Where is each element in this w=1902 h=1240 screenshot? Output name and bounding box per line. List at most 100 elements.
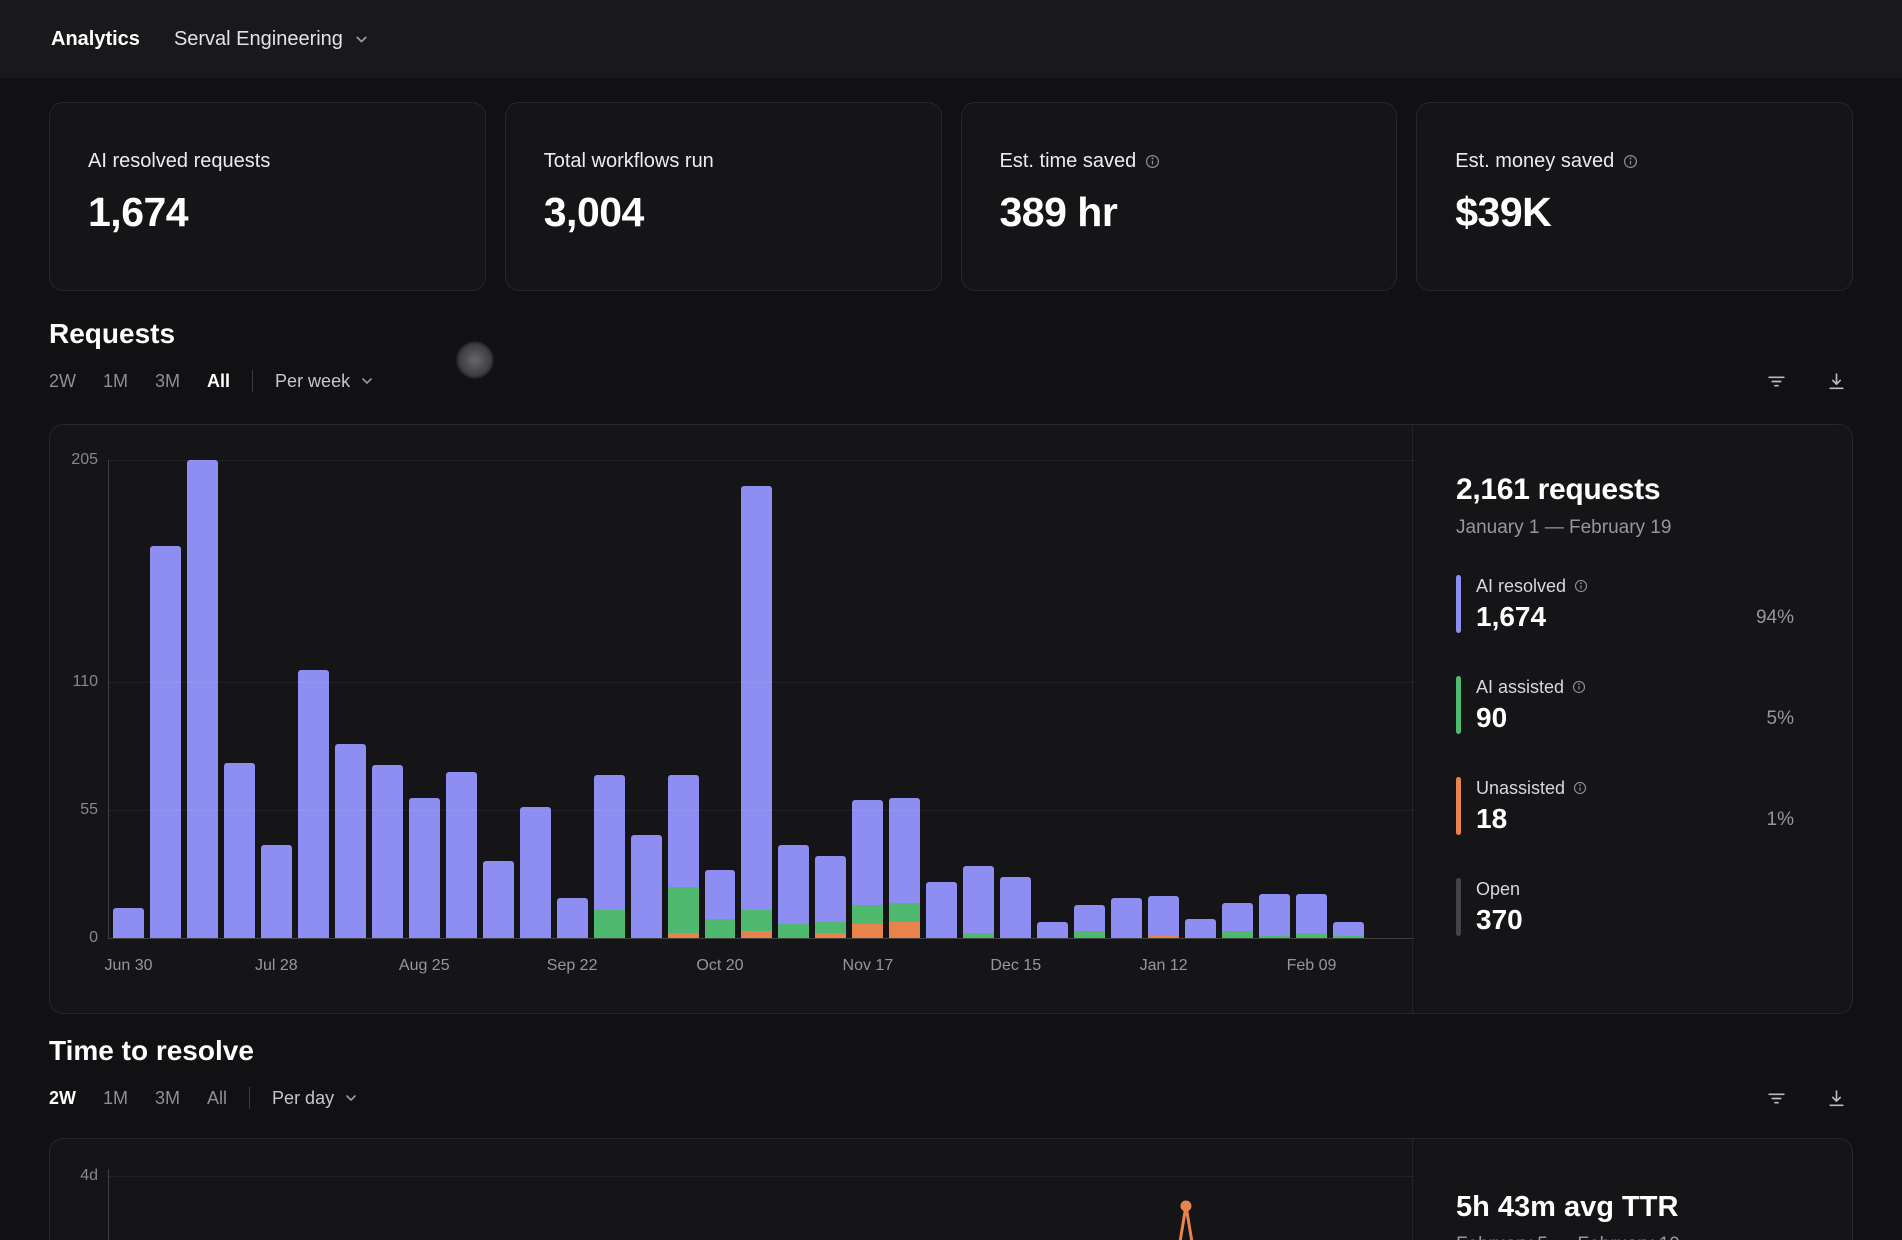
requests-bar-week-27[interactable] bbox=[1111, 898, 1143, 938]
workspace-switcher[interactable]: Serval Engineering bbox=[174, 28, 370, 51]
bar-segment-resolved bbox=[556, 898, 588, 938]
bar-segment-resolved bbox=[260, 844, 292, 938]
page-title: Analytics bbox=[51, 27, 140, 50]
requests-bar-week-26[interactable] bbox=[1074, 905, 1106, 938]
requests-bar-week-19[interactable] bbox=[815, 856, 847, 938]
requests-bar-week-0[interactable] bbox=[113, 907, 144, 938]
granularity-dropdown[interactable]: Per day bbox=[272, 1088, 359, 1109]
bar-segment-resolved bbox=[371, 765, 403, 938]
ttr-summary-panel: 5h 43m avg TTR February 5 — February 19 bbox=[1412, 1139, 1852, 1240]
info-icon[interactable] bbox=[1573, 781, 1587, 795]
info-icon[interactable] bbox=[1572, 680, 1586, 694]
stat-label: Total workflows run bbox=[543, 150, 714, 172]
range-tab-3m[interactable]: 3M bbox=[155, 371, 180, 392]
requests-bar-week-14[interactable] bbox=[630, 835, 662, 938]
y-tick-label: 0 bbox=[89, 929, 98, 946]
bar-segment-resolved bbox=[519, 807, 551, 938]
bar-segment-unassisted bbox=[852, 924, 884, 938]
requests-bar-week-16[interactable] bbox=[704, 870, 736, 938]
requests-bar-week-9[interactable] bbox=[445, 772, 477, 938]
info-icon[interactable] bbox=[1574, 579, 1588, 593]
requests-bar-week-12[interactable] bbox=[556, 898, 588, 938]
bar-segment-resolved bbox=[778, 844, 810, 925]
range-tab-1m[interactable]: 1M bbox=[103, 1088, 128, 1109]
y-tick-label: 4d bbox=[80, 1167, 98, 1184]
bar-segment-resolved bbox=[741, 485, 773, 911]
download-button[interactable] bbox=[1819, 1081, 1853, 1115]
requests-bar-week-10[interactable] bbox=[482, 861, 514, 938]
requests-bar-week-24[interactable] bbox=[1000, 877, 1032, 938]
requests-bar-week-18[interactable] bbox=[778, 844, 810, 938]
range-tab-all[interactable]: All bbox=[207, 371, 230, 392]
legend-color-open bbox=[1456, 878, 1461, 936]
legend-label: Open bbox=[1476, 879, 1521, 899]
stat-value: 389 hr bbox=[999, 189, 1118, 235]
filter-lines-icon bbox=[1767, 375, 1785, 387]
info-icon[interactable] bbox=[1623, 154, 1638, 169]
bar-segment-resolved bbox=[1185, 919, 1217, 938]
bar-segment-resolved bbox=[593, 774, 625, 911]
requests-bar-week-2[interactable] bbox=[186, 460, 218, 938]
requests-bar-week-7[interactable] bbox=[371, 765, 403, 938]
stat-value: 1,674 bbox=[88, 189, 189, 235]
range-tab-2w[interactable]: 2W bbox=[49, 371, 76, 392]
download-icon bbox=[1828, 372, 1844, 389]
bar-segment-resolved bbox=[1296, 893, 1327, 934]
bar-segment-unassisted bbox=[1148, 935, 1180, 938]
requests-bar-week-33[interactable] bbox=[1332, 921, 1364, 938]
requests-bar-week-15[interactable] bbox=[667, 774, 699, 938]
requests-bar-week-22[interactable] bbox=[926, 882, 958, 938]
bar-segment-unassisted bbox=[889, 921, 921, 938]
chevron-down-icon bbox=[362, 378, 372, 384]
requests-actions bbox=[1759, 364, 1853, 398]
stat-value: $39K bbox=[1455, 189, 1552, 235]
divider bbox=[249, 1087, 251, 1109]
requests-bar-week-8[interactable] bbox=[408, 798, 440, 938]
filter-button[interactable] bbox=[1759, 364, 1793, 398]
requests-bar-week-20[interactable] bbox=[852, 800, 884, 938]
requests-bar-week-1[interactable] bbox=[149, 546, 181, 938]
requests-bar-week-29[interactable] bbox=[1185, 919, 1217, 938]
requests-bar-week-32[interactable] bbox=[1296, 893, 1327, 938]
bar-segment-assisted bbox=[741, 910, 773, 932]
legend-item-unassisted: Unassisted 18 1% bbox=[1456, 777, 1794, 835]
requests-date-range: January 1 — February 19 bbox=[1456, 517, 1672, 538]
requests-bar-week-3[interactable] bbox=[223, 763, 255, 938]
legend-label: AI assisted bbox=[1476, 676, 1586, 698]
legend-value: 1,674 bbox=[1476, 601, 1547, 632]
requests-bar-week-11[interactable] bbox=[519, 807, 551, 938]
requests-bar-week-28[interactable] bbox=[1148, 896, 1180, 938]
requests-bar-week-5[interactable] bbox=[297, 669, 329, 938]
requests-bar-week-23[interactable] bbox=[963, 865, 995, 938]
bar-segment-assisted bbox=[889, 903, 921, 922]
requests-bar-week-6[interactable] bbox=[334, 744, 366, 938]
bar-segment-resolved bbox=[1332, 921, 1364, 936]
ttr-line-chart bbox=[1178, 1200, 1194, 1240]
bar-segment-assisted bbox=[1296, 933, 1327, 938]
range-tab-1m[interactable]: 1M bbox=[103, 371, 128, 392]
x-tick-label: Sep 22 bbox=[546, 957, 598, 974]
bar-segment-assisted bbox=[1074, 931, 1106, 938]
requests-summary-panel: 2,161 requests January 1 — February 19 A… bbox=[1412, 425, 1852, 1013]
granularity-dropdown[interactable]: Per week bbox=[275, 371, 375, 392]
range-tab-all[interactable]: All bbox=[207, 1088, 227, 1109]
bar-segment-assisted bbox=[963, 933, 995, 938]
range-tab-3m[interactable]: 3M bbox=[155, 1088, 180, 1109]
bar-segment-resolved bbox=[223, 763, 255, 938]
requests-bar-week-25[interactable] bbox=[1037, 921, 1069, 938]
filter-button[interactable] bbox=[1759, 1081, 1793, 1115]
info-icon[interactable] bbox=[1145, 154, 1160, 169]
requests-bar-week-30[interactable] bbox=[1222, 903, 1254, 938]
top-bar: Analytics Serval Engineering bbox=[0, 0, 1902, 78]
requests-bar-week-13[interactable] bbox=[593, 774, 625, 938]
requests-controls: 2W 1M 3M All Per week bbox=[49, 366, 1853, 396]
bar-segment-resolved bbox=[704, 870, 736, 920]
requests-legend: AI resolved 1,674 94% AI assisted 90 5% … bbox=[1456, 575, 1794, 936]
requests-bar-week-4[interactable] bbox=[260, 844, 292, 938]
ttr-data-point[interactable] bbox=[1180, 1200, 1192, 1212]
requests-bar-week-31[interactable] bbox=[1259, 893, 1290, 938]
range-tab-2w[interactable]: 2W bbox=[49, 1088, 76, 1109]
download-button[interactable] bbox=[1819, 364, 1853, 398]
requests-bar-week-17[interactable] bbox=[741, 485, 773, 938]
requests-bar-week-21[interactable] bbox=[889, 798, 921, 938]
